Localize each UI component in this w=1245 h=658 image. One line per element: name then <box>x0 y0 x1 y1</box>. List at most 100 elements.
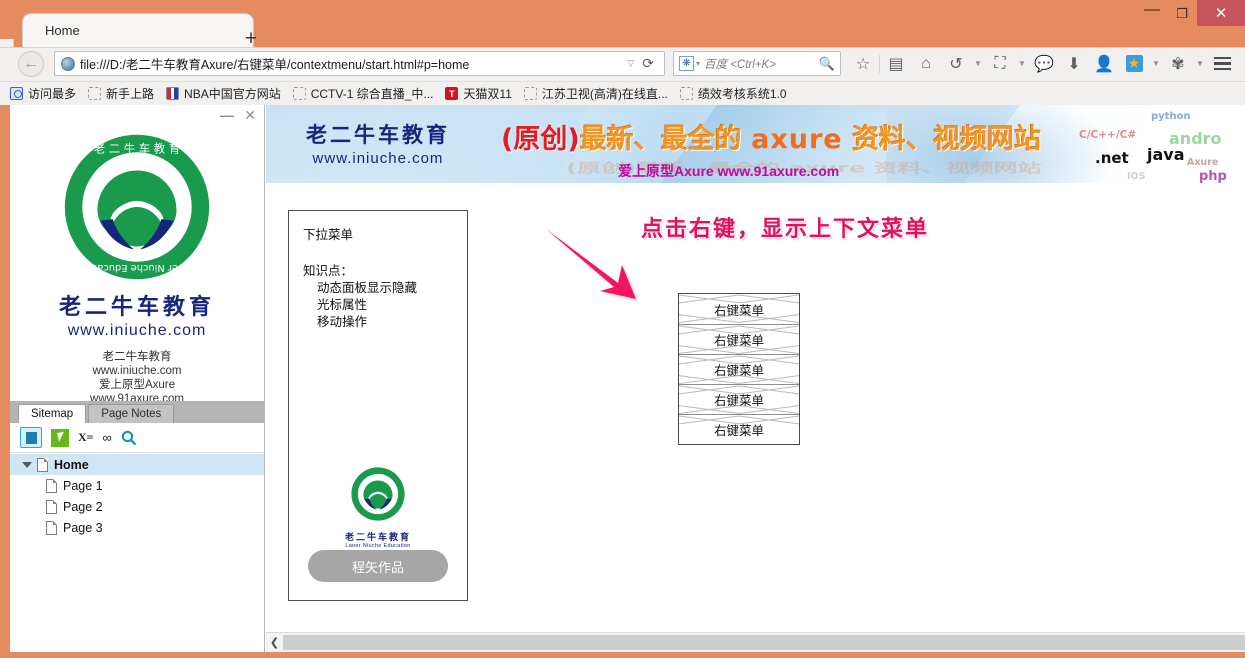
panel-toolbar: X= ∞ <box>10 423 264 453</box>
search-bar[interactable]: ❋ ▾ 百度 <Ctrl+K> 🔍 <box>673 51 841 76</box>
address-dropdown-icon[interactable]: ▽ <box>619 58 642 69</box>
banner-brand-url: www.iniuche.com <box>312 150 444 167</box>
reading-list-icon[interactable]: ▤ <box>881 49 911 79</box>
banner-headline-orange-1: 最新、最全的 <box>579 124 742 155</box>
search-engine-dropdown-icon[interactable]: ▾ <box>696 59 700 68</box>
bookmark-label: 绩效考核系统1.0 <box>697 87 787 101</box>
panel-close-button[interactable]: ✕ <box>244 107 256 124</box>
tag-java: java <box>1147 145 1185 164</box>
context-menu-item[interactable]: 右键菜单 <box>679 294 799 324</box>
bookmark-star-icon[interactable]: ☆ <box>848 49 878 79</box>
context-menu-item[interactable]: 右键菜单 <box>679 414 799 444</box>
panel-minimize-button[interactable]: — <box>220 107 234 123</box>
page-icon <box>46 499 57 514</box>
sitemap-item-home[interactable]: Home <box>10 454 264 475</box>
panel-info-line: 爱上原型Axure <box>98 379 176 391</box>
banner-headline-red: (原创) <box>501 124 580 155</box>
sitemap-item-page-2[interactable]: Page 2 <box>10 496 264 517</box>
chevron-down-icon[interactable] <box>22 461 32 468</box>
history-back-icon[interactable]: ↺ <box>941 49 971 79</box>
prototype-canvas: 下拉菜单 知识点： 动态面板显示隐藏 光标属性 移动操作 老二牛车教育 Laoe… <box>266 183 1245 626</box>
svg-text:老 二 牛 车 教 育: 老 二 牛 车 教 育 <box>94 141 180 155</box>
tab-strip: Home + <box>0 13 1245 57</box>
baidu-paw-icon[interactable]: ❋ <box>679 56 694 71</box>
panel-info-line: www.iniuche.com <box>92 365 182 377</box>
context-menu-item[interactable]: 右键菜单 <box>679 324 799 355</box>
history-dropdown-icon[interactable]: ▼ <box>971 49 985 79</box>
page-view-icon[interactable] <box>20 427 42 448</box>
info-box-title: 下拉菜单 <box>303 228 354 242</box>
reload-icon[interactable]: ⟳ <box>642 55 658 72</box>
panel-tabs: Sitemap Page Notes <box>10 401 264 423</box>
menu-hamburger-icon[interactable] <box>1207 49 1237 79</box>
window-bottom-border <box>0 652 1245 658</box>
context-menu-item-label: 右键菜单 <box>713 394 764 408</box>
bookmark-getting-started[interactable]: 新手上路 <box>88 85 154 102</box>
address-bar[interactable]: file:///D:/老二牛车教育Axure/右键菜单/contextmenu/… <box>54 51 665 76</box>
screenshot-icon[interactable]: ⛶ <box>985 49 1015 79</box>
download-icon[interactable]: ⬇ <box>1059 49 1089 79</box>
search-icon[interactable] <box>121 430 137 446</box>
banner-subtitle: 爱上原型Axure www.91axure.com <box>618 163 840 179</box>
sitemap-item-page-1[interactable]: Page 1 <box>10 475 264 496</box>
info-box-knowledge-item: 移动操作 <box>317 315 368 329</box>
info-box-logo-cn: 老二牛车教育 <box>344 533 412 543</box>
bookmark-performance-system[interactable]: 绩效考核系统1.0 <box>679 85 787 102</box>
search-input-placeholder[interactable]: 百度 <Ctrl+K> <box>704 56 819 72</box>
favorites-dropdown-icon[interactable]: ▼ <box>1149 49 1163 79</box>
bookmark-most-visited[interactable]: 访问最多 <box>10 85 76 102</box>
sitemap-item-page-3[interactable]: Page 3 <box>10 517 264 538</box>
annotation-cursor-icon[interactable] <box>51 428 69 447</box>
chat-bubble-icon[interactable]: 💬 <box>1029 49 1059 79</box>
globe-icon <box>61 56 75 71</box>
scrollbar-track[interactable] <box>283 635 1245 650</box>
bookmark-tmall[interactable]: T 天猫双11 <box>445 85 512 102</box>
browser-window: — ❐ ✕ Home + ← file:///D:/老二牛车教育Axure/右键… <box>0 0 1245 658</box>
context-menu-item[interactable]: 右键菜单 <box>679 354 799 385</box>
page-icon <box>46 520 57 535</box>
bookmark-nba[interactable]: NBA中国官方网站 <box>166 85 281 102</box>
most-visited-icon <box>10 87 23 100</box>
panel-info-lines: 老二牛车教育 www.iniuche.com 爱上原型Axure www.91a… <box>10 350 264 406</box>
context-menu-item-label: 右键菜单 <box>713 364 764 378</box>
home-icon[interactable]: ⌂ <box>911 49 941 79</box>
search-magnifier-icon[interactable]: 🔍 <box>819 56 835 72</box>
screenshot-dropdown-icon[interactable]: ▼ <box>1015 49 1029 79</box>
scroll-left-button[interactable]: ❮ <box>266 633 283 652</box>
panel-header: — ✕ <box>10 105 264 127</box>
prototype-headline: 点击右键，显示上下文菜单 <box>641 217 930 242</box>
banner-headline: (原创)最新、最全的 axure 资料、视频网站 <box>501 117 1041 156</box>
tab-page-notes[interactable]: Page Notes <box>88 404 175 423</box>
bookmark-cctv1[interactable]: CCTV-1 综合直播_中... <box>292 85 433 102</box>
placeholder-icon <box>523 87 537 100</box>
sitemap-item-label: Page 1 <box>63 478 103 493</box>
tab-home[interactable]: Home <box>22 13 254 48</box>
links-icon[interactable]: ∞ <box>103 430 112 445</box>
panel-brand-url: www.iniuche.com <box>67 322 207 339</box>
account-icon[interactable]: 👤 <box>1089 49 1119 79</box>
author-button[interactable]: 程矢作品 <box>308 550 448 582</box>
sitemap-tree: Home Page 1 Page 2 Page 3 <box>10 454 264 652</box>
bookmark-label: 江苏卫视(高清)在线直... <box>541 87 668 101</box>
context-menu-item-label: 右键菜单 <box>713 334 764 348</box>
tag-python: python <box>1151 111 1191 122</box>
bookmark-jiangsu-tv[interactable]: 江苏卫视(高清)在线直... <box>523 85 668 102</box>
info-box-knowledge-item: 光标属性 <box>317 298 368 312</box>
context-menu-item[interactable]: 右键菜单 <box>679 384 799 415</box>
horizontal-scrollbar[interactable]: ❮ <box>266 632 1245 652</box>
bookmark-label: 访问最多 <box>28 87 77 101</box>
bookmark-label: 新手上路 <box>106 87 155 101</box>
favorites-gold-star-icon[interactable]: ★ <box>1119 49 1149 79</box>
placeholder-icon <box>88 87 102 100</box>
tab-sitemap[interactable]: Sitemap <box>18 404 87 423</box>
info-box-knowledge-label: 知识点： <box>303 264 354 278</box>
bookmark-label: 天猫双11 <box>463 87 512 101</box>
back-button[interactable]: ← <box>18 50 44 77</box>
variables-x-equals-icon[interactable]: X= <box>78 430 94 445</box>
panel-brand-name: 老二牛车教育 <box>58 295 215 320</box>
svg-text:Laoer Niuche Education: Laoer Niuche Education <box>78 262 195 273</box>
extension-dropdown-icon[interactable]: ▼ <box>1193 49 1207 79</box>
extension-icon[interactable]: ✾ <box>1163 49 1193 79</box>
info-box-knowledge-item: 动态面板显示隐藏 <box>317 281 418 295</box>
banner-brand: 老二牛车教育 www.iniuche.com <box>306 119 450 167</box>
